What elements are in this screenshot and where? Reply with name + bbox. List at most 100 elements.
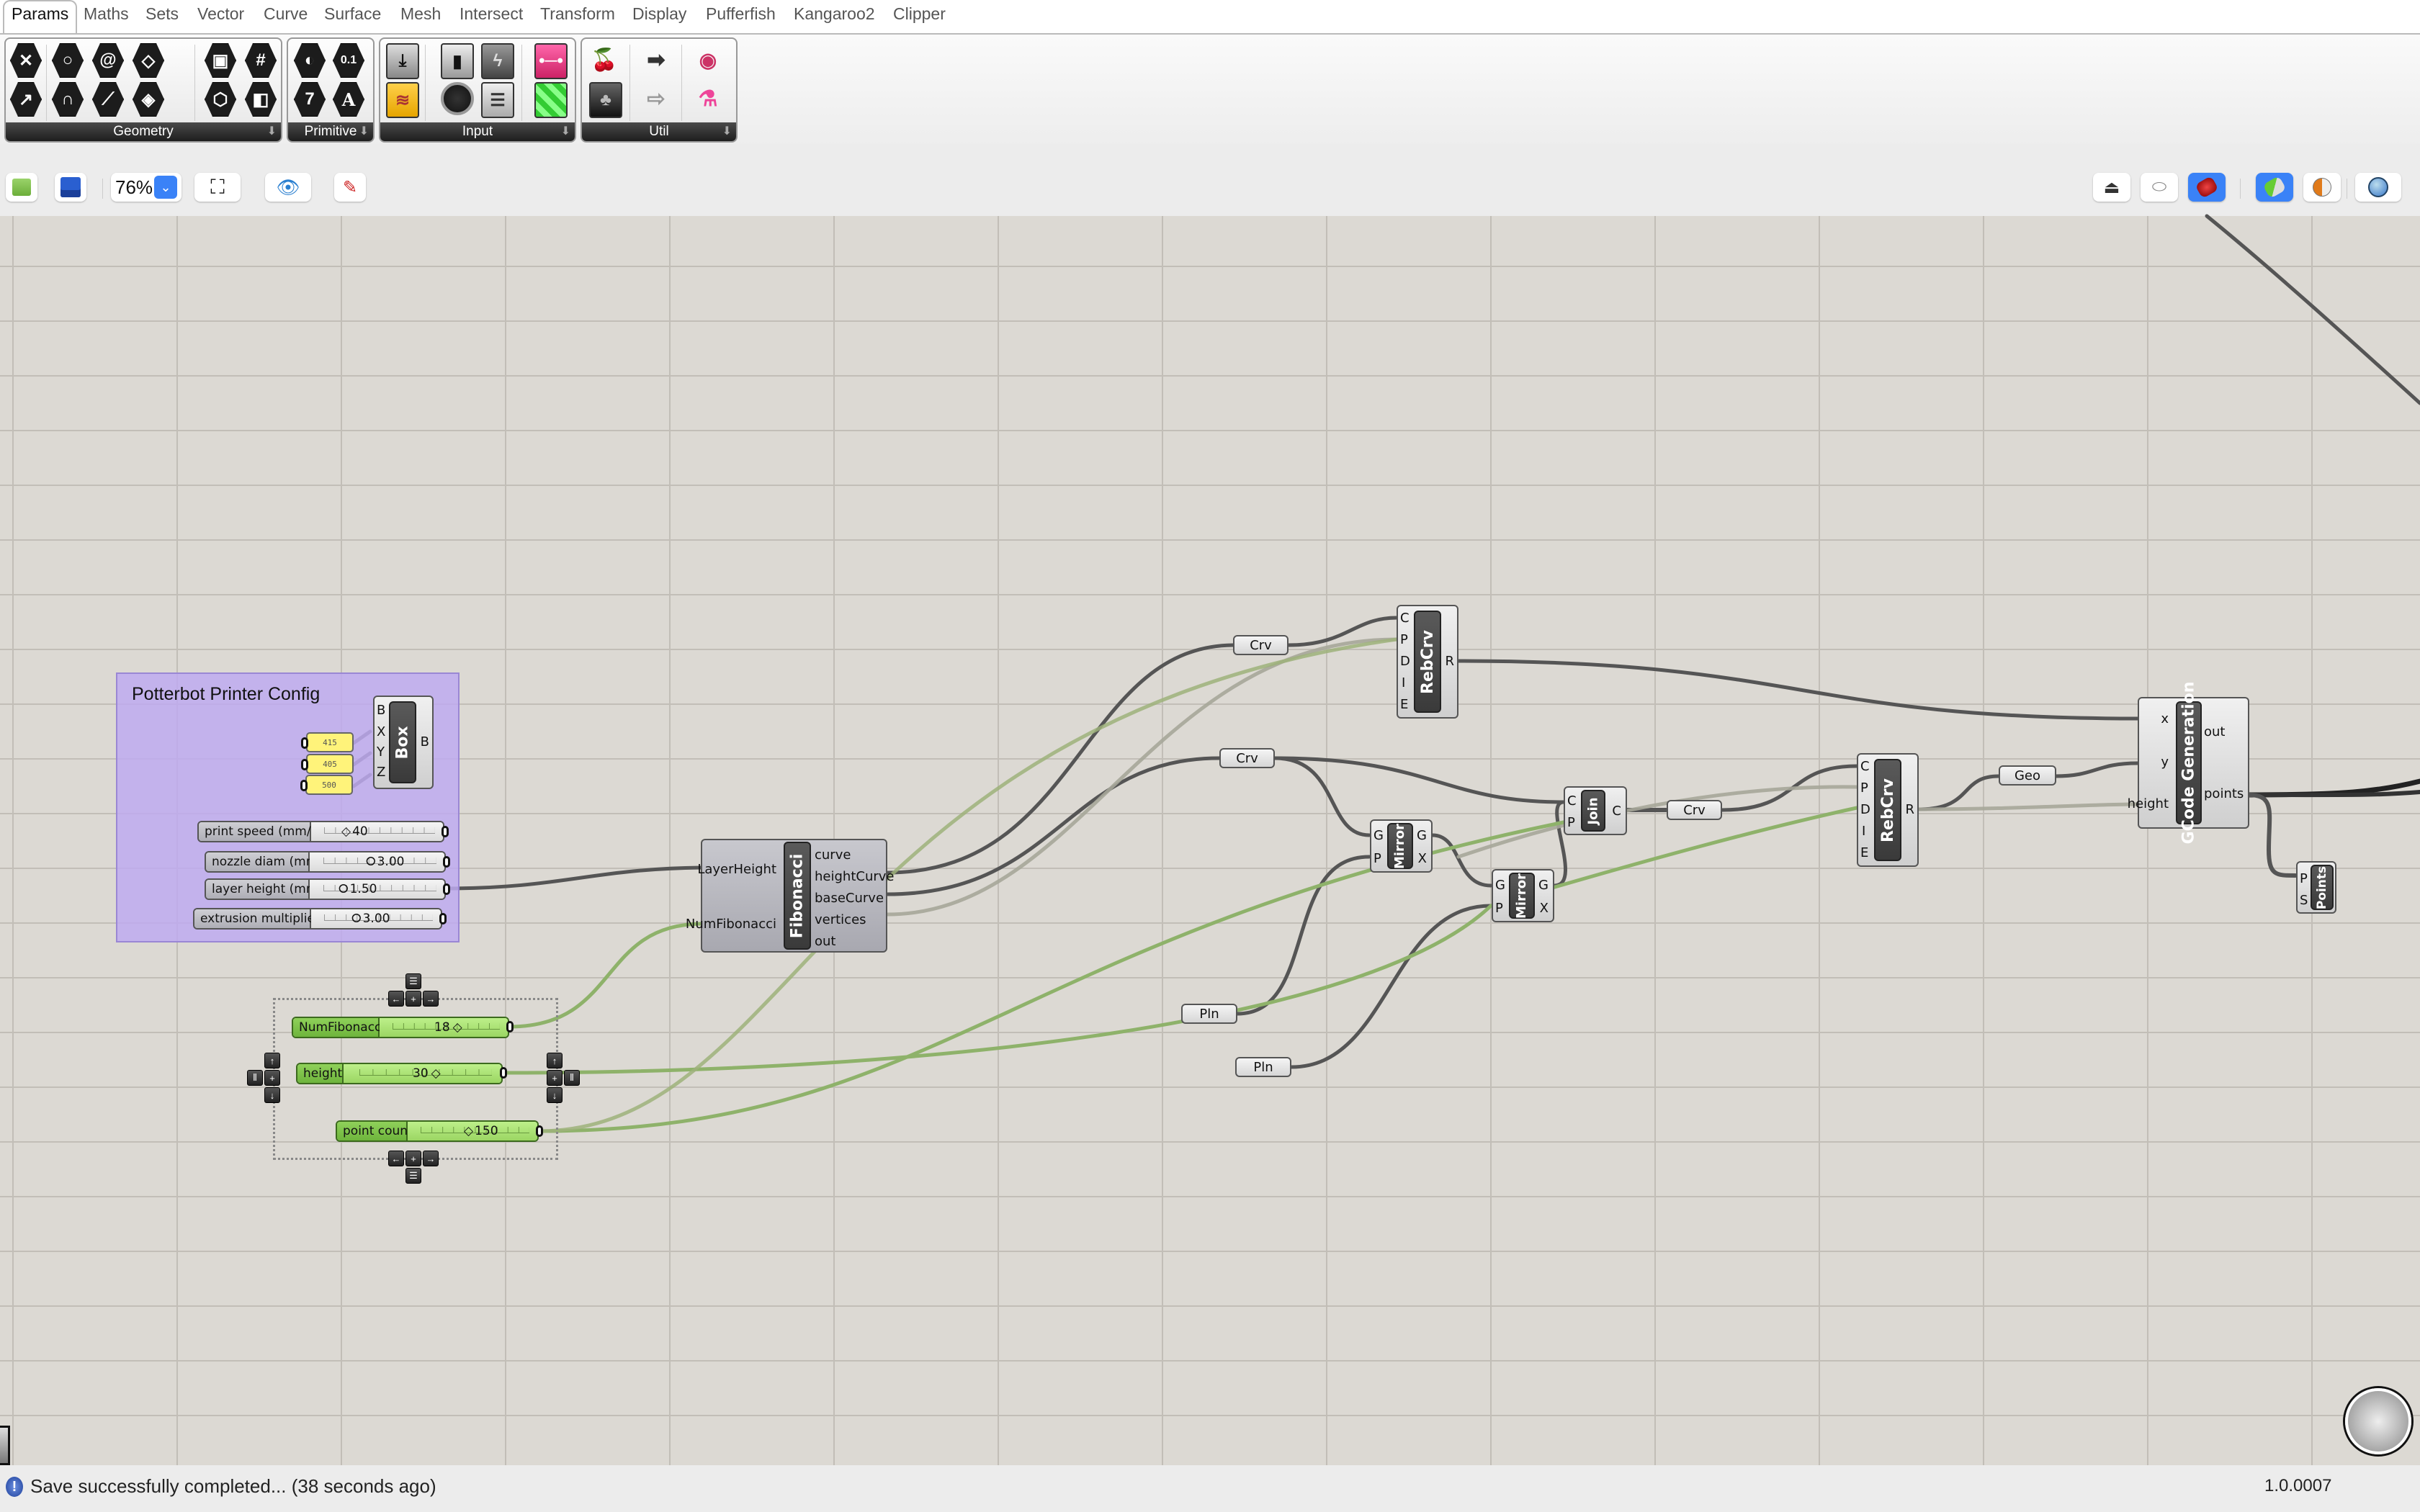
preview-wireframe-button[interactable]: ⬭ [2141, 173, 2178, 202]
slider-nozzle-diam[interactable]: nozzle diam (mm) ⭘ 3.00 [205, 851, 446, 873]
arrow-left-icon[interactable]: ← [388, 991, 404, 1007]
input-i[interactable]: I [1402, 675, 1405, 690]
crv-param[interactable]: Crv [1233, 635, 1289, 655]
toggle-icon[interactable]: ▮ [441, 43, 474, 79]
curve-icon[interactable]: @ [92, 43, 124, 78]
chevron-down-icon[interactable]: ⌄ [154, 176, 177, 199]
open-file-button[interactable] [6, 173, 37, 202]
move-icon[interactable]: + [405, 991, 421, 1007]
slider-track[interactable]: 18 ◇ [380, 1018, 508, 1037]
output-g[interactable]: G [1538, 878, 1549, 893]
slider-layer-height[interactable]: layer height (mm) ⭘ 1.50 [205, 878, 446, 900]
output-x[interactable]: X [1540, 901, 1549, 916]
canvas-navigation-compass-icon[interactable] [2345, 1388, 2411, 1454]
input-y[interactable]: Y [377, 744, 385, 760]
input-y[interactable]: y [2161, 755, 2169, 770]
input-grip[interactable] [301, 737, 308, 749]
panel-z-size[interactable]: 500 [305, 775, 353, 795]
preview-shaded-button[interactable] [2188, 173, 2226, 202]
integer-icon[interactable]: 7 [294, 82, 326, 117]
input-height[interactable]: height [2128, 796, 2169, 811]
panel-x-size[interactable]: 415 [306, 732, 354, 752]
input-g[interactable]: G [1373, 828, 1384, 843]
button-icon[interactable] [441, 82, 474, 115]
output-grip[interactable] [536, 1125, 543, 1137]
arrow-right-icon[interactable]: → [423, 1151, 439, 1166]
box-component[interactable]: Box B X Y Z B [373, 696, 434, 789]
panel-expand-icon[interactable]: ⬇ [722, 122, 732, 141]
panel-label[interactable]: Geometry ⬇ [6, 122, 281, 141]
arrow-down-icon[interactable]: ↓ [547, 1087, 563, 1103]
circle-icon[interactable]: ○ [52, 43, 84, 78]
slider-print-speed[interactable]: print speed (mm/s) ◇ 40 [197, 821, 444, 842]
panel-label[interactable]: Util ⬇ [582, 122, 736, 141]
preview-selected-button[interactable] [2256, 173, 2293, 202]
vector-icon[interactable]: ↗ [10, 82, 42, 117]
text-icon[interactable]: A [333, 82, 364, 117]
crv-param[interactable]: Crv [1667, 800, 1722, 820]
panel-expand-icon[interactable]: ⬇ [561, 122, 570, 141]
preview-button[interactable]: 👁 [265, 173, 311, 202]
hollow-arrow-icon[interactable]: ⇨ [641, 82, 671, 115]
crv-param[interactable]: Crv [1219, 748, 1275, 768]
input-d[interactable]: D [1400, 654, 1410, 669]
input-x[interactable]: X [377, 724, 385, 739]
align-icon[interactable]: ☰ [405, 973, 421, 989]
input-grip[interactable] [301, 759, 308, 770]
import-icon[interactable]: ⤓ [386, 43, 419, 79]
fibonacci-component[interactable]: Fibonacci LayerHeight NumFibonacci curve… [686, 839, 894, 953]
input-p[interactable]: P [1495, 901, 1503, 916]
slider-track[interactable]: ◇ 150 [408, 1122, 537, 1140]
output-curve[interactable]: curve [815, 847, 851, 863]
geo-param[interactable]: Geo [1999, 765, 2056, 786]
colour-swatch-icon[interactable] [534, 82, 568, 118]
mirror-component[interactable]: Mirror G P G X [1370, 819, 1433, 873]
input-e[interactable]: E [1400, 697, 1408, 712]
param-viewer-icon[interactable]: ◉ [693, 43, 723, 76]
output-c[interactable]: C [1612, 804, 1621, 819]
input-p[interactable]: P [1860, 780, 1868, 796]
panel-label[interactable]: Input ⬇ [380, 122, 575, 141]
panel-expand-icon[interactable]: ⬇ [359, 122, 369, 141]
output-points[interactable]: points [2204, 786, 2244, 801]
slider-extrusion-multiplier[interactable]: extrusion multiplier ⭘ 3.00 [193, 908, 442, 930]
output-out[interactable]: out [815, 934, 835, 949]
box-icon[interactable]: ▣ [205, 43, 236, 78]
arrow-down-icon[interactable]: ↓ [264, 1087, 280, 1103]
align-icon[interactable]: ⦀ [564, 1070, 580, 1086]
tab-transform[interactable]: Transform [540, 4, 615, 24]
input-layer-height[interactable]: LayerHeight [697, 862, 776, 877]
mesh-quality-button[interactable] [2303, 173, 2341, 202]
output-vertices[interactable]: vertices [815, 912, 866, 927]
slider-num-fibonacci[interactable]: NumFibonacci 18 ◇ [292, 1017, 509, 1038]
input-b[interactable]: B [377, 703, 385, 718]
input-z[interactable]: Z [377, 765, 385, 780]
dial-icon[interactable]: ϟ [481, 43, 514, 79]
output-r[interactable]: R [1905, 802, 1914, 817]
slider-knob-diamond[interactable]: ◇ [453, 1020, 462, 1035]
input-p[interactable]: P [1400, 632, 1408, 647]
output-b[interactable]: B [421, 734, 429, 750]
slider-knob-circle[interactable]: ⭘ [366, 855, 376, 869]
slider-knob-circle[interactable]: ⭘ [351, 912, 362, 926]
zoom-dropdown[interactable]: 76% ⌄ [111, 173, 182, 202]
field-icon[interactable]: ⬡ [205, 82, 236, 117]
sketch-button[interactable]: ✎ [334, 173, 366, 202]
subd-icon[interactable]: ◧ [245, 82, 277, 117]
output-r[interactable]: R [1445, 654, 1454, 669]
input-s[interactable]: S [2300, 893, 2308, 908]
slider-knob-circle[interactable]: ⭘ [339, 882, 349, 896]
brep-icon[interactable]: ◈ [133, 82, 164, 117]
input-g[interactable]: G [1495, 878, 1505, 893]
tab-mesh[interactable]: Mesh [400, 4, 441, 24]
panel-label[interactable]: Primitive ⬇ [288, 122, 373, 141]
rebuild-curve-component[interactable]: RebCrv C P D I E R [1857, 753, 1919, 867]
output-grip[interactable] [506, 1021, 514, 1032]
gcode-generation-component[interactable]: GCode Generation x y height out points [2128, 682, 2249, 844]
panel-y-size[interactable]: 405 [306, 754, 354, 774]
input-p[interactable]: P [2300, 871, 2308, 886]
slider-height[interactable]: height 30 ◇ [296, 1063, 503, 1084]
tab-display[interactable]: Display [632, 4, 686, 24]
tab-kangaroo2[interactable]: Kangaroo2 [794, 4, 875, 24]
rebuild-curve-component[interactable]: RebCrv C P D I E R [1397, 605, 1458, 719]
